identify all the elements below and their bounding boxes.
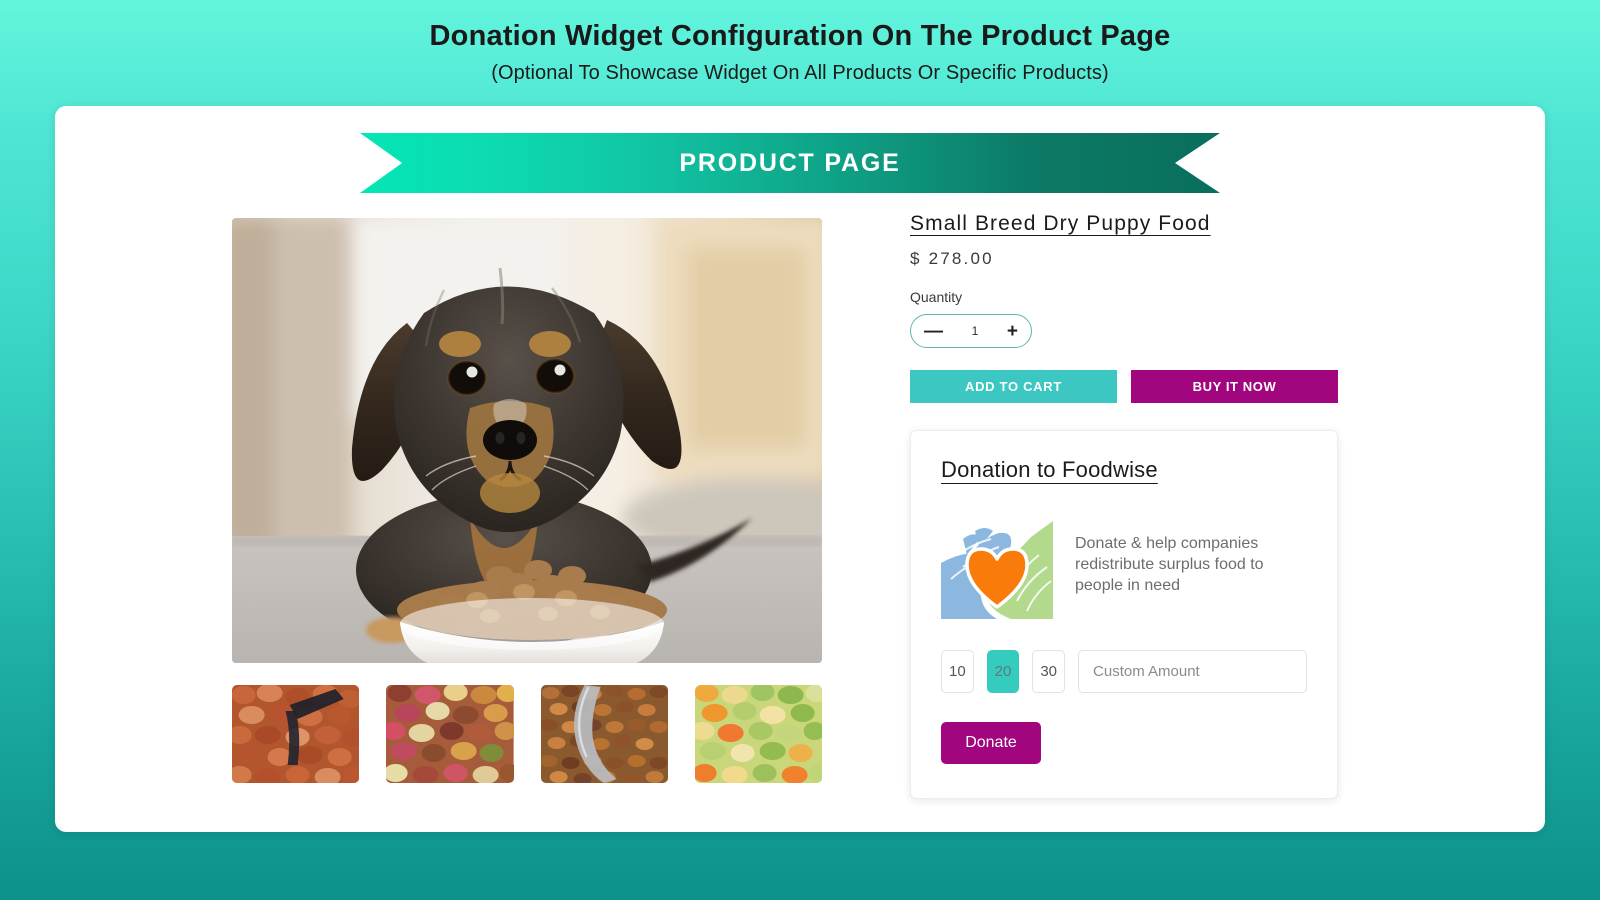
donation-description: Donate & help companies redistribute sur… <box>1075 535 1264 595</box>
donation-widget: Donation to Foodwise Donate & help compa… <box>910 430 1338 799</box>
product-price: $ 278.00 <box>910 249 994 268</box>
quantity-label: Quantity <box>910 289 963 305</box>
product-title[interactable]: Small Breed Dry Puppy Food <box>910 212 1211 236</box>
product-page-ribbon: PRODUCT PAGE <box>360 133 1220 193</box>
custom-amount-input[interactable] <box>1078 650 1308 693</box>
donation-body: Donate & help companies redistribute sur… <box>941 515 1307 619</box>
page-subtitle: (Optional To Showcase Widget On All Prod… <box>491 62 1109 85</box>
thumbnail-2[interactable] <box>540 685 668 783</box>
donation-amount-30[interactable]: 30 <box>1032 650 1066 693</box>
thumbnail-2-artwork <box>540 685 668 783</box>
donation-amount-10[interactable]: 10 <box>941 650 974 693</box>
thumbnail-3[interactable] <box>694 685 822 783</box>
quantity-decrement-button[interactable]: — <box>924 322 943 341</box>
product-cta-row: ADD TO CART BUY IT NOW <box>910 370 1370 403</box>
buy-it-now-button[interactable]: BUY IT NOW <box>1131 370 1338 403</box>
page-header: Donation Widget Configuration On The Pro… <box>0 0 1600 85</box>
thumbnail-1-artwork <box>386 685 514 783</box>
donation-heading-wrap: Donation to Foodwise <box>941 457 1307 483</box>
hands-holding-heart-artwork <box>941 521 1053 619</box>
product-page-panel: PRODUCT PAGE Small Breed Dry Puppy Food … <box>55 106 1545 832</box>
product-gallery <box>232 218 822 783</box>
thumbnail-0-artwork <box>232 685 360 783</box>
add-to-cart-button[interactable]: ADD TO CART <box>910 370 1117 403</box>
product-info: Small Breed Dry Puppy Food $ 278.00 Quan… <box>910 212 1370 799</box>
donation-heading: Donation to Foodwise <box>941 457 1158 482</box>
quantity-increment-button[interactable]: + <box>1007 322 1018 341</box>
thumbnail-1[interactable] <box>386 685 514 783</box>
donation-amount-row: 10 20 30 <box>941 650 1308 693</box>
donation-amount-20[interactable]: 20 <box>986 650 1020 693</box>
page-title: Donation Widget Configuration On The Pro… <box>429 20 1171 52</box>
donate-button[interactable]: Donate <box>941 722 1041 764</box>
quantity-value[interactable]: 1 <box>972 324 979 338</box>
hero-product-image[interactable] <box>232 218 822 663</box>
hands-holding-heart-icon <box>941 515 1053 619</box>
thumbnail-3-artwork <box>694 685 822 783</box>
thumbnail-0[interactable] <box>232 685 360 783</box>
product-title-wrap: Small Breed Dry Puppy Food <box>910 212 1370 236</box>
thumbnail-strip <box>232 685 822 783</box>
quantity-stepper[interactable]: — 1 + <box>910 314 1032 348</box>
hero-image-artwork <box>232 218 822 663</box>
ribbon-label: PRODUCT PAGE <box>679 148 901 177</box>
